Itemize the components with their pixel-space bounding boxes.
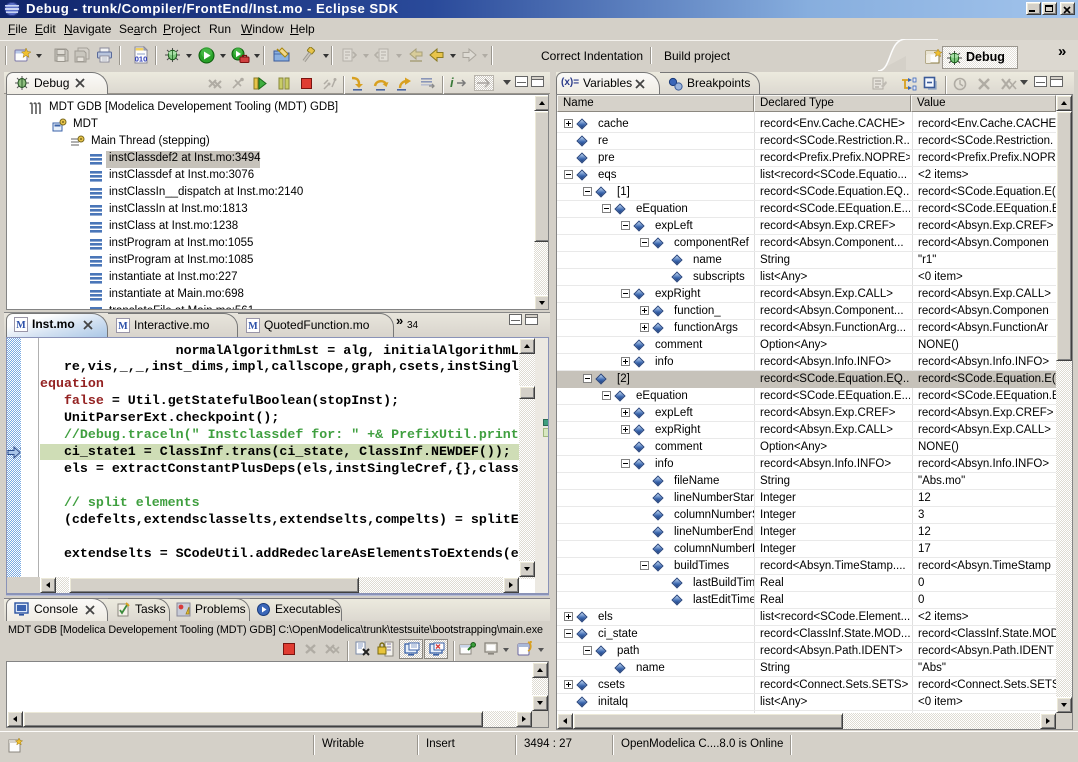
svg-text:M: M: [248, 321, 258, 332]
svg-text:010: 010: [135, 55, 148, 64]
svg-text:M: M: [16, 320, 26, 331]
svg-text:M: M: [118, 321, 128, 332]
